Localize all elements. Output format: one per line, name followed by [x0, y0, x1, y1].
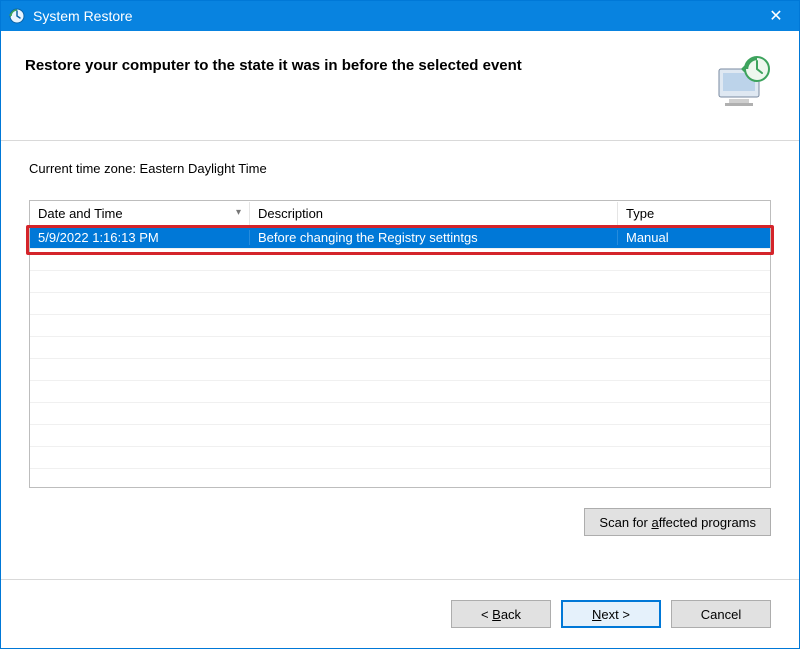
current-timezone-label: Current time zone: Eastern Daylight Time	[29, 161, 771, 176]
close-button[interactable]: ✕	[753, 1, 799, 31]
column-header-date-and-time[interactable]: Date and Time ▾	[30, 202, 250, 225]
cancel-button[interactable]: Cancel	[671, 600, 771, 628]
table-row	[30, 359, 770, 381]
back-button[interactable]: < Back	[451, 600, 551, 628]
table-row[interactable]: 5/9/2022 1:16:13 PMBefore changing the R…	[30, 227, 770, 249]
system-restore-icon	[9, 8, 25, 24]
column-header-label: Type	[626, 206, 654, 221]
titlebar[interactable]: System Restore ✕	[1, 1, 799, 31]
table-row	[30, 249, 770, 271]
table-row	[30, 447, 770, 469]
scan-button-row: Scan for affected programs	[29, 508, 771, 536]
column-header-description[interactable]: Description	[250, 202, 618, 225]
window: System Restore ✕ Restore your computer t…	[0, 0, 800, 649]
sort-indicator-icon: ▾	[236, 207, 241, 218]
table-row	[30, 381, 770, 403]
wizard-footer: < Back Next > Cancel	[1, 579, 799, 648]
table-row	[30, 337, 770, 359]
table-row	[30, 469, 770, 487]
cell-date-and-time: 5/9/2022 1:16:13 PM	[30, 230, 250, 245]
column-header-type[interactable]: Type	[618, 202, 770, 225]
table-row	[30, 425, 770, 447]
scan-for-affected-programs-button[interactable]: Scan for affected programs	[584, 508, 771, 536]
wizard-body: Current time zone: Eastern Daylight Time…	[1, 141, 799, 579]
table-row	[30, 293, 770, 315]
close-icon: ✕	[769, 6, 782, 26]
cell-description: Before changing the Registry settintgs	[250, 230, 618, 245]
table-row	[30, 403, 770, 425]
wizard-header: Restore your computer to the state it wa…	[1, 31, 799, 141]
table-row	[30, 315, 770, 337]
restore-points-table: Date and Time ▾ Description Type 5/9/202…	[29, 200, 771, 488]
cell-type: Manual	[618, 230, 770, 245]
table-row	[30, 271, 770, 293]
window-title: System Restore	[33, 8, 133, 24]
table-header: Date and Time ▾ Description Type	[30, 201, 770, 227]
page-heading: Restore your computer to the state it wa…	[25, 57, 687, 74]
table-body[interactable]: 5/9/2022 1:16:13 PMBefore changing the R…	[30, 227, 770, 487]
column-header-label: Description	[258, 206, 323, 221]
wizard-header-text: Restore your computer to the state it wa…	[25, 51, 687, 74]
column-header-label: Date and Time	[38, 206, 123, 221]
system-restore-large-icon	[711, 51, 775, 115]
next-button[interactable]: Next >	[561, 600, 661, 628]
